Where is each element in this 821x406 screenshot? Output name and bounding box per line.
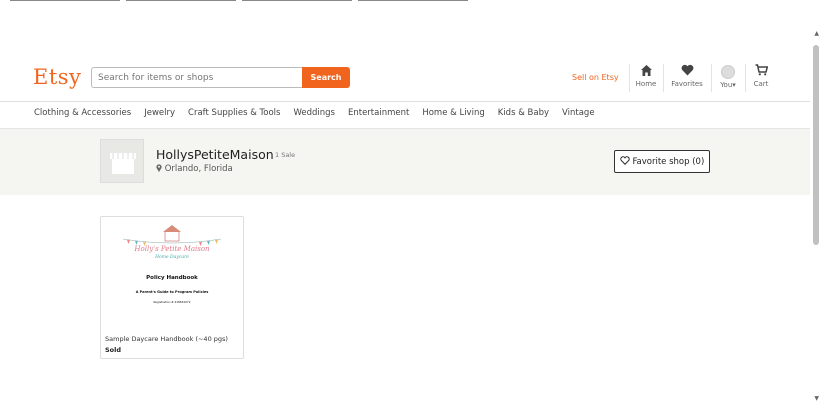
category-nav: Clothing & Accessories Jewelry Craft Sup…: [34, 108, 608, 122]
page-scrollbar[interactable]: ▲ ▼: [811, 0, 821, 406]
shop-header: HollysPetiteMaison 1 Sale Orlando, Flori…: [0, 129, 810, 195]
sale-count[interactable]: 1 Sale: [275, 151, 295, 159]
category-jewelry[interactable]: Jewelry: [144, 108, 175, 122]
category-entertainment[interactable]: Entertainment: [348, 108, 409, 122]
nav-divider: [745, 64, 746, 92]
shop-name: HollysPetiteMaison: [156, 147, 274, 162]
etsy-logo[interactable]: Etsy: [33, 65, 81, 89]
cart-icon: [749, 64, 773, 80]
favorites-nav-button[interactable]: Favorites: [668, 64, 706, 88]
you-nav-button[interactable]: You▾: [715, 64, 741, 89]
you-label: You: [720, 81, 733, 89]
handbook-heading: Policy Handbook: [146, 275, 198, 281]
search-input[interactable]: [91, 67, 303, 88]
listing-title[interactable]: Sample Daycare Handbook (~40 pgs): [105, 335, 228, 343]
home-label: Home: [635, 80, 657, 88]
category-home-living[interactable]: Home & Living: [422, 108, 484, 122]
shop-avatar[interactable]: [100, 139, 144, 183]
search-button[interactable]: Search: [302, 67, 350, 88]
listing-image[interactable]: Holly's Petite Maison Home Daycare Polic…: [101, 217, 243, 328]
browser-tab[interactable]: [358, 0, 468, 1]
brand-line-2: Home Daycare: [154, 254, 189, 260]
location-text: Orlando, Florida: [164, 164, 233, 174]
category-clothing-accessories[interactable]: Clothing & Accessories: [34, 108, 131, 122]
favorite-shop-label: Favorite shop (0): [632, 157, 705, 167]
favorite-shop-button[interactable]: Favorite shop (0): [614, 150, 710, 173]
shop-location: Orlando, Florida: [156, 164, 233, 174]
chevron-down-icon: ▾: [732, 81, 736, 89]
browser-tab[interactable]: [242, 0, 352, 1]
heart-outline-icon: [620, 156, 630, 165]
scroll-thumb[interactable]: [813, 45, 819, 245]
category-weddings[interactable]: Weddings: [293, 108, 335, 122]
location-pin-icon: [156, 164, 165, 174]
avatar: [721, 65, 735, 79]
favorites-label: Favorites: [671, 80, 703, 88]
browser-tab[interactable]: [10, 0, 120, 1]
browser-tab-strip: [0, 0, 821, 4]
handbook-subheading: A Parent's Guide to Program Policies: [136, 290, 209, 294]
cart-label: Cart: [753, 80, 769, 88]
scroll-up-arrow-icon[interactable]: ▲: [814, 30, 819, 37]
home-nav-button[interactable]: Home: [633, 64, 659, 88]
handbook-registration: Registration # 418652072: [153, 300, 190, 304]
heart-icon: [668, 64, 706, 80]
cart-nav-button[interactable]: Cart: [749, 64, 773, 88]
category-vintage[interactable]: Vintage: [562, 108, 595, 122]
category-craft-supplies-tools[interactable]: Craft Supplies & Tools: [188, 108, 280, 122]
site-header: Etsy Search Sell on Etsy Home Favorites …: [0, 60, 810, 102]
nav-divider: [711, 64, 712, 92]
scroll-down-arrow-icon[interactable]: ▼: [814, 395, 819, 402]
nav-divider: [663, 64, 664, 92]
listing-card[interactable]: Holly's Petite Maison Home Daycare Polic…: [100, 216, 244, 359]
sell-on-etsy-link[interactable]: Sell on Etsy: [572, 73, 619, 82]
category-kids-baby[interactable]: Kids & Baby: [498, 108, 549, 122]
home-icon: [633, 64, 659, 80]
brand-line-1: Holly's Petite Maison: [133, 245, 210, 253]
storefront-icon: [110, 153, 136, 174]
browser-tab[interactable]: [126, 0, 236, 1]
nav-divider: [629, 64, 630, 92]
listing-status: Sold: [105, 346, 122, 354]
